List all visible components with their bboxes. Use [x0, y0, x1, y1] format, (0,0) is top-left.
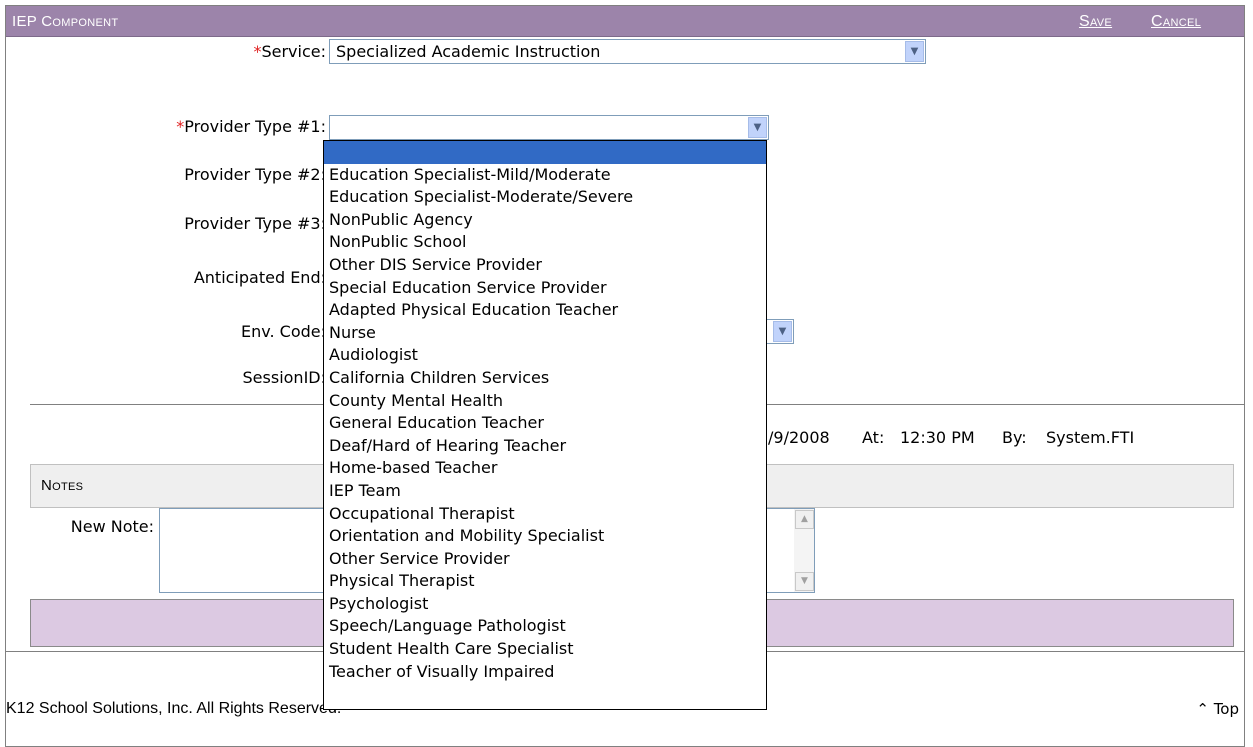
provider-option[interactable]: Home-based Teacher — [324, 457, 766, 480]
provider-option[interactable]: County Mental Health — [324, 390, 766, 413]
modified-by-label: By: — [1002, 428, 1027, 447]
provider1-select[interactable]: ▼ — [329, 115, 769, 140]
panel-title-bar: IEP Component Save Cancel — [6, 6, 1244, 37]
caret-up-icon: ⌃ — [1196, 700, 1209, 718]
session-id-label: SessionID: — [242, 368, 326, 387]
service-select[interactable]: Specialized Academic Instruction ▼ — [329, 39, 926, 64]
provider-option[interactable]: Education Specialist-Mild/Moderate — [324, 164, 766, 187]
arrow-down-icon[interactable]: ▼ — [795, 572, 814, 591]
provider3-label: Provider Type #3: — [184, 214, 326, 233]
chevron-down-icon[interactable]: ▼ — [773, 321, 792, 342]
provider-option[interactable] — [324, 141, 766, 164]
note-scrollbar[interactable]: ▲ ▼ — [794, 509, 814, 592]
provider-option[interactable]: General Education Teacher — [324, 412, 766, 435]
provider-option[interactable]: California Children Services — [324, 367, 766, 390]
copyright-footer: K12 School Solutions, Inc. All Rights Re… — [6, 700, 342, 717]
provider-option[interactable]: Speech/Language Pathologist — [324, 615, 766, 638]
panel-title: IEP Component — [12, 13, 119, 30]
provider-option[interactable]: Other DIS Service Provider — [324, 254, 766, 277]
provider-option[interactable]: Education Specialist-Moderate/Severe — [324, 186, 766, 209]
env-code-label: Env. Code: — [241, 322, 326, 341]
modified-by-user: System.FTI — [1046, 428, 1135, 447]
new-note-label: New Note: — [70, 517, 154, 536]
provider2-label: Provider Type #2: — [184, 165, 326, 184]
save-link[interactable]: Save — [1079, 13, 1112, 31]
service-label: *Service: — [253, 42, 326, 61]
chevron-down-icon[interactable]: ▼ — [748, 117, 767, 138]
modified-time: 12:30 PM — [900, 428, 975, 447]
provider1-options-list[interactable]: Education Specialist-Mild/Moderate Educat… — [323, 140, 767, 710]
provider-option[interactable]: Physical Therapist — [324, 570, 766, 593]
top-link[interactable]: ⌃ Top — [1196, 700, 1239, 718]
cancel-link[interactable]: Cancel — [1151, 13, 1201, 31]
provider-option[interactable]: Special Education Service Provider — [324, 277, 766, 300]
provider-option[interactable]: NonPublic Agency — [324, 209, 766, 232]
provider-option[interactable]: Other Service Provider — [324, 548, 766, 571]
modified-date: /9/2008 — [768, 428, 830, 447]
provider-option[interactable]: NonPublic School — [324, 231, 766, 254]
chevron-down-icon[interactable]: ▼ — [905, 41, 924, 62]
anticipated-end-label: Anticipated End: — [193, 268, 326, 287]
modified-at-label: At: — [862, 428, 885, 447]
provider-option[interactable]: Adapted Physical Education Teacher — [324, 299, 766, 322]
notes-title: Notes — [41, 477, 84, 494]
provider-option[interactable]: Nurse — [324, 322, 766, 345]
provider-option[interactable]: Student Health Care Specialist — [324, 638, 766, 661]
provider-option[interactable]: Teacher of Visually Impaired — [324, 661, 766, 684]
provider1-label: *Provider Type #1: — [176, 117, 326, 136]
provider-option[interactable]: Psychologist — [324, 593, 766, 616]
service-value: Specialized Academic Instruction — [336, 42, 601, 61]
provider-option[interactable]: Orientation and Mobility Specialist — [324, 525, 766, 548]
arrow-up-icon[interactable]: ▲ — [795, 510, 814, 529]
provider-option[interactable]: Audiologist — [324, 344, 766, 367]
provider-option[interactable]: Occupational Therapist — [324, 503, 766, 526]
provider-option[interactable]: IEP Team — [324, 480, 766, 503]
provider-option[interactable]: Deaf/Hard of Hearing Teacher — [324, 435, 766, 458]
